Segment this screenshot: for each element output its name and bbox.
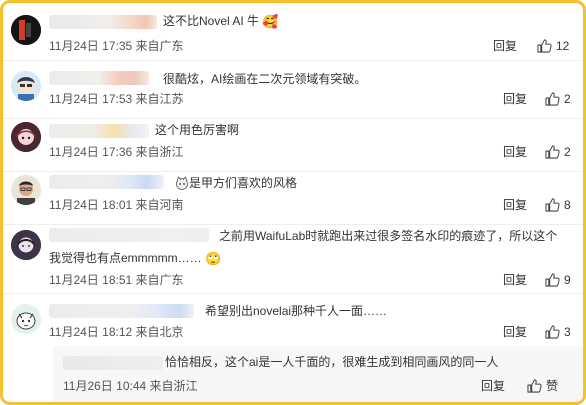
- like-count: 2: [564, 145, 571, 159]
- comment-list-panel: 这不比Novel AI 牛 🥰 11月24日 17:35 来自广东 回复 12 …: [0, 0, 586, 405]
- username-redacted[interactable]: [49, 124, 149, 138]
- cat-face-icon: [175, 176, 189, 190]
- username-redacted[interactable]: [49, 15, 157, 29]
- comment-location: 来自浙江: [149, 379, 198, 393]
- reply-button[interactable]: 回复: [503, 324, 527, 340]
- comment-date: 11月24日 17:35: [49, 39, 133, 53]
- comment-text: 这个用色厉害啊: [155, 123, 240, 137]
- comment-meta: 11月24日 18:12 来自北京: [49, 324, 184, 340]
- username-redacted[interactable]: [49, 175, 164, 189]
- comment-text: 希望别出novelai那种千人一面……: [205, 304, 388, 318]
- thumbs-up-icon: [545, 198, 560, 212]
- comment-location: 来自广东: [135, 273, 184, 287]
- eye-roll-emoji-icon: 🙄: [205, 251, 222, 266]
- avatar-man-icon[interactable]: [11, 175, 41, 205]
- thumbs-up-icon: [545, 325, 560, 339]
- comment-text: 是甲方们喜欢的风格: [175, 175, 297, 192]
- comment-meta: 11月24日 17:53 来自江苏: [49, 91, 184, 107]
- like-count: 12: [556, 39, 570, 53]
- comment-meta: 11月24日 18:51 来自广东: [49, 272, 184, 288]
- thumbs-up-icon: [545, 145, 560, 159]
- username-redacted[interactable]: [49, 71, 149, 85]
- reply-button[interactable]: 回复: [493, 38, 517, 54]
- thumbs-up-icon: [527, 379, 542, 393]
- avatar-anime-icon[interactable]: [11, 71, 41, 101]
- comment-meta: 11月24日 17:35 来自广东: [49, 38, 184, 54]
- comment-meta: 11月24日 18:01 来自河南: [49, 197, 184, 213]
- reply-button[interactable]: 回复: [503, 91, 527, 107]
- username-redacted[interactable]: [63, 356, 163, 370]
- comment-date: 11月24日 18:01: [49, 198, 133, 212]
- reply-button[interactable]: 回复: [503, 197, 527, 213]
- comment-item: 这不比Novel AI 牛 🥰 11月24日 17:35 来自广东 回复 12: [3, 3, 583, 61]
- comment-meta: 11月24日 17:36 来自浙江: [49, 144, 184, 160]
- like-button[interactable]: 9: [545, 272, 571, 288]
- reply-button[interactable]: 回复: [481, 378, 505, 394]
- comment-location: 来自浙江: [135, 145, 184, 159]
- thumbs-up-icon: [537, 39, 552, 53]
- reply-button[interactable]: 回复: [503, 144, 527, 160]
- comment-location: 来自江苏: [135, 92, 184, 106]
- like-button[interactable]: 3: [545, 324, 571, 340]
- username-redacted[interactable]: [49, 228, 209, 242]
- like-button[interactable]: 8: [545, 197, 571, 213]
- comment-text-line2: 我觉得也有点emmmmm…… 🙄: [49, 251, 222, 266]
- comment-item: 很酷炫，AI绘画在二次元领域有突破。 11月24日 17:53 来自江苏 回复 …: [3, 61, 583, 119]
- comment-item: 这个用色厉害啊 11月24日 17:36 来自浙江 回复 2: [3, 114, 583, 172]
- comment-location: 来自北京: [135, 325, 184, 339]
- sub-reply-panel: 恰恰相反，这个ai是一人千面的，很难生成到相同画风的同一人 11月26日 10:…: [53, 346, 583, 402]
- comment-date: 11月24日 18:12: [49, 325, 133, 339]
- avatar-girl-icon[interactable]: [11, 122, 41, 152]
- comment-meta: 11月26日 10:44 来自浙江: [63, 378, 198, 394]
- thumbs-up-icon: [545, 273, 560, 287]
- comment-item: 是甲方们喜欢的风格 11月24日 18:01 来自河南 回复 8: [3, 167, 583, 225]
- like-button[interactable]: 赞: [527, 378, 558, 394]
- avatar-anime-dark-icon[interactable]: [11, 230, 41, 260]
- like-button[interactable]: 12: [537, 38, 569, 54]
- reply-button[interactable]: 回复: [503, 272, 527, 288]
- comment-date: 11月24日 18:51: [49, 273, 133, 287]
- comment-date: 11月26日 10:44: [63, 379, 147, 393]
- like-button[interactable]: 2: [545, 91, 571, 107]
- comment-item: 希望别出novelai那种千人一面…… 11月24日 18:12 来自北京 回复…: [3, 294, 583, 346]
- avatar-dark-icon[interactable]: [11, 15, 41, 45]
- comment-text: 这不比Novel AI 牛 🥰: [163, 14, 279, 29]
- like-count: 3: [564, 325, 571, 339]
- thumbs-up-icon: [545, 92, 560, 106]
- like-count: 8: [564, 198, 571, 212]
- like-label: 赞: [546, 379, 559, 393]
- sub-reply-text: 恰恰相反，这个ai是一人千面的，很难生成到相同画风的同一人: [165, 355, 499, 369]
- comment-text: 很酷炫，AI绘画在二次元领域有突破。: [163, 72, 367, 86]
- username-redacted[interactable]: [49, 304, 194, 318]
- comment-location: 来自广东: [135, 39, 184, 53]
- like-count: 2: [564, 92, 571, 106]
- comment-item: 之前用WaifuLab时就跑出来过很多签名水印的痕迹了，所以这个 我觉得也有点e…: [3, 220, 583, 294]
- avatar-cartoon-icon[interactable]: [11, 304, 41, 334]
- comment-text-line1: 之前用WaifuLab时就跑出来过很多签名水印的痕迹了，所以这个: [219, 229, 558, 243]
- comment-location: 来自河南: [135, 198, 184, 212]
- like-button[interactable]: 2: [545, 144, 571, 160]
- like-count: 9: [564, 273, 571, 287]
- comment-date: 11月24日 17:53: [49, 92, 133, 106]
- comment-date: 11月24日 17:36: [49, 145, 133, 159]
- emoji-icon: 🥰: [262, 14, 279, 29]
